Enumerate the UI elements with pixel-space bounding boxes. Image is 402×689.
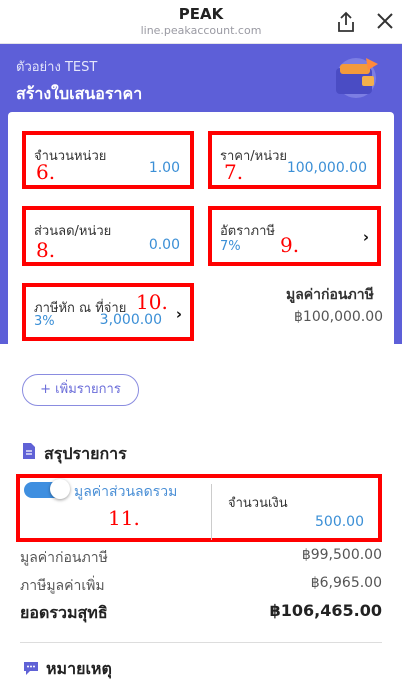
divider [20,642,382,643]
share-icon[interactable] [336,11,356,33]
vat-label: ภาษีมูลค่าเพิ่ม [20,578,105,594]
marker-11: 11. [108,506,140,530]
subtotal-value: ฿99,500.00 [301,547,382,563]
discount-toggle[interactable] [24,479,70,499]
subtotal-label: มูลค่าก่อนภาษี [20,550,108,566]
grand-total-row: ยอดรวมสุทธิ ฿106,465.00 [20,601,382,626]
summary-title: สรุปรายการ [44,444,127,463]
notes-title: หมายเหตุ [46,659,112,678]
grand-total-value: ฿106,465.00 [269,601,382,620]
grand-total-label: ยอดรวมสุทธิ [20,603,108,622]
page-title: สร้างใบเสนอราคา [16,84,143,103]
vat-value: ฿6,965.00 [310,575,382,591]
subtotal-row: มูลค่าก่อนภาษี ฿99,500.00 [20,547,382,569]
add-item-button[interactable]: + เพิ่มรายการ [22,374,139,406]
wallet-icon [336,58,378,98]
amount-value[interactable]: 500.00 [315,514,364,530]
total-discount-box: มูลค่าส่วนลดรวม จำนวนเงิน 500.00 [16,474,382,542]
pretax-label: มูลค่าก่อนภาษี [286,287,374,303]
top-bar: PEAK line.peakaccount.com [0,0,402,44]
chevron-right-icon: › [362,228,369,246]
marker-7: 7. [224,160,244,184]
document-icon [23,443,35,459]
marker-10: 10. [136,290,168,314]
wht-value: 3,000.00 [99,312,162,328]
price-value: 100,000.00 [286,160,367,176]
tax-rate-label: อัตราภาษี [220,224,275,239]
discount-toggle-label: มูลค่าส่วนลดรวม [74,484,178,500]
tax-rate-value: 7% [220,239,241,254]
comment-icon [24,662,38,675]
divider [211,484,212,540]
wht-field[interactable]: ภาษีหัก ณ ที่จ่าย 3% 3,000.00 › [22,283,194,341]
discount-value: 0.00 [148,237,180,253]
marker-9: 9. [280,233,300,257]
marker-6: 6. [36,160,56,184]
wht-percent: 3% [34,314,55,329]
marker-8: 8. [36,238,56,262]
qty-value: 1.00 [148,160,180,176]
chevron-right-icon: › [175,305,182,323]
company-name: ตัวอย่าง TEST [16,60,98,75]
vat-row: ภาษีมูลค่าเพิ่ม ฿6,965.00 [20,575,382,597]
amount-label: จำนวนเงิน [228,496,288,511]
pretax-value: ฿100,000.00 [294,309,384,325]
close-icon[interactable] [376,12,394,30]
